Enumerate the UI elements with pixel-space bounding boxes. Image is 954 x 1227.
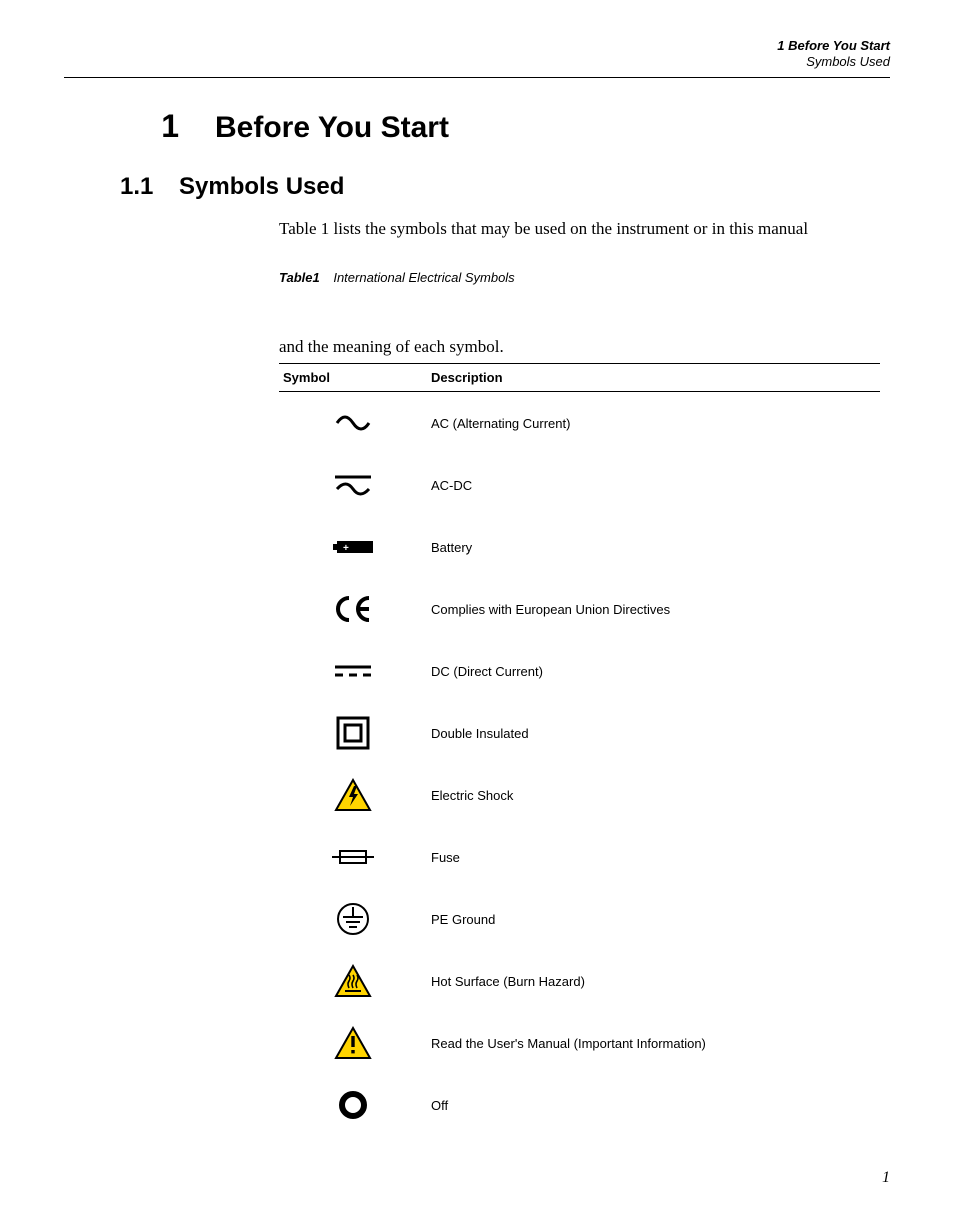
table-header-symbol: Symbol bbox=[279, 364, 427, 392]
table-cell-description: Double Insulated bbox=[427, 702, 880, 764]
table-cell-description: Electric Shock bbox=[427, 764, 880, 826]
chapter-title: Before You Start bbox=[215, 111, 449, 145]
svg-text:+: + bbox=[343, 543, 349, 554]
table-caption: Table1 International Electrical Symbols bbox=[279, 270, 880, 285]
table-cell-description: Read the User's Manual (Important Inform… bbox=[427, 1012, 880, 1074]
double-insulated-icon bbox=[283, 716, 423, 750]
header-rule bbox=[64, 77, 890, 78]
battery-icon: + bbox=[283, 538, 423, 556]
section-number: 1.1 bbox=[64, 173, 179, 201]
table-cell-description: Battery bbox=[427, 516, 880, 578]
hot-surface-icon bbox=[283, 964, 423, 998]
section-heading: 1.1 Symbols Used bbox=[64, 173, 890, 201]
table-row: + Battery bbox=[279, 516, 880, 578]
table-cell-description: AC-DC bbox=[427, 454, 880, 516]
table-row: Hot Surface (Burn Hazard) bbox=[279, 950, 880, 1012]
table-cell-description: DC (Direct Current) bbox=[427, 640, 880, 702]
table-caption-text: International Electrical Symbols bbox=[333, 270, 514, 285]
table-cell-description: Fuse bbox=[427, 826, 880, 888]
table-row: Read the User's Manual (Important Inform… bbox=[279, 1012, 880, 1074]
page-number: 1 bbox=[882, 1169, 890, 1187]
table-row: Double Insulated bbox=[279, 702, 880, 764]
table-row: Electric Shock bbox=[279, 764, 880, 826]
table-row: AC (Alternating Current) bbox=[279, 392, 880, 455]
table-row: Complies with European Union Directives bbox=[279, 578, 880, 640]
table-row: DC (Direct Current) bbox=[279, 640, 880, 702]
off-icon bbox=[283, 1089, 423, 1121]
table-row: Off bbox=[279, 1074, 880, 1136]
table-row: AC-DC bbox=[279, 454, 880, 516]
electric-shock-icon bbox=[283, 778, 423, 812]
read-manual-icon bbox=[283, 1026, 423, 1060]
chapter-heading: 1 Before You Start bbox=[64, 108, 890, 145]
table-cell-description: Off bbox=[427, 1074, 880, 1136]
chapter-number: 1 bbox=[64, 108, 215, 145]
ac-icon bbox=[283, 413, 423, 433]
header-section: Symbols Used bbox=[64, 54, 890, 70]
ce-mark-icon bbox=[283, 594, 423, 624]
table-cell-description: AC (Alternating Current) bbox=[427, 392, 880, 455]
table-cell-description: Hot Surface (Burn Hazard) bbox=[427, 950, 880, 1012]
fuse-icon bbox=[283, 848, 423, 866]
table-row: PE Ground bbox=[279, 888, 880, 950]
intro-paragraph-2: and the meaning of each symbol. bbox=[279, 335, 880, 359]
table-caption-label: Table1 bbox=[279, 270, 320, 285]
header-chapter: 1 Before You Start bbox=[64, 38, 890, 54]
table-cell-description: Complies with European Union Directives bbox=[427, 578, 880, 640]
section-title: Symbols Used bbox=[179, 173, 344, 201]
dc-icon bbox=[283, 663, 423, 679]
running-header: 1 Before You Start Symbols Used bbox=[64, 38, 890, 71]
ac-dc-icon bbox=[283, 471, 423, 499]
intro-paragraph-1: Table 1 lists the symbols that may be us… bbox=[279, 217, 880, 241]
table-header-description: Description bbox=[427, 364, 880, 392]
pe-ground-icon bbox=[283, 901, 423, 937]
table-cell-description: PE Ground bbox=[427, 888, 880, 950]
symbols-table: Symbol Description AC (Alternating Curre… bbox=[279, 363, 880, 1136]
table-row: Fuse bbox=[279, 826, 880, 888]
